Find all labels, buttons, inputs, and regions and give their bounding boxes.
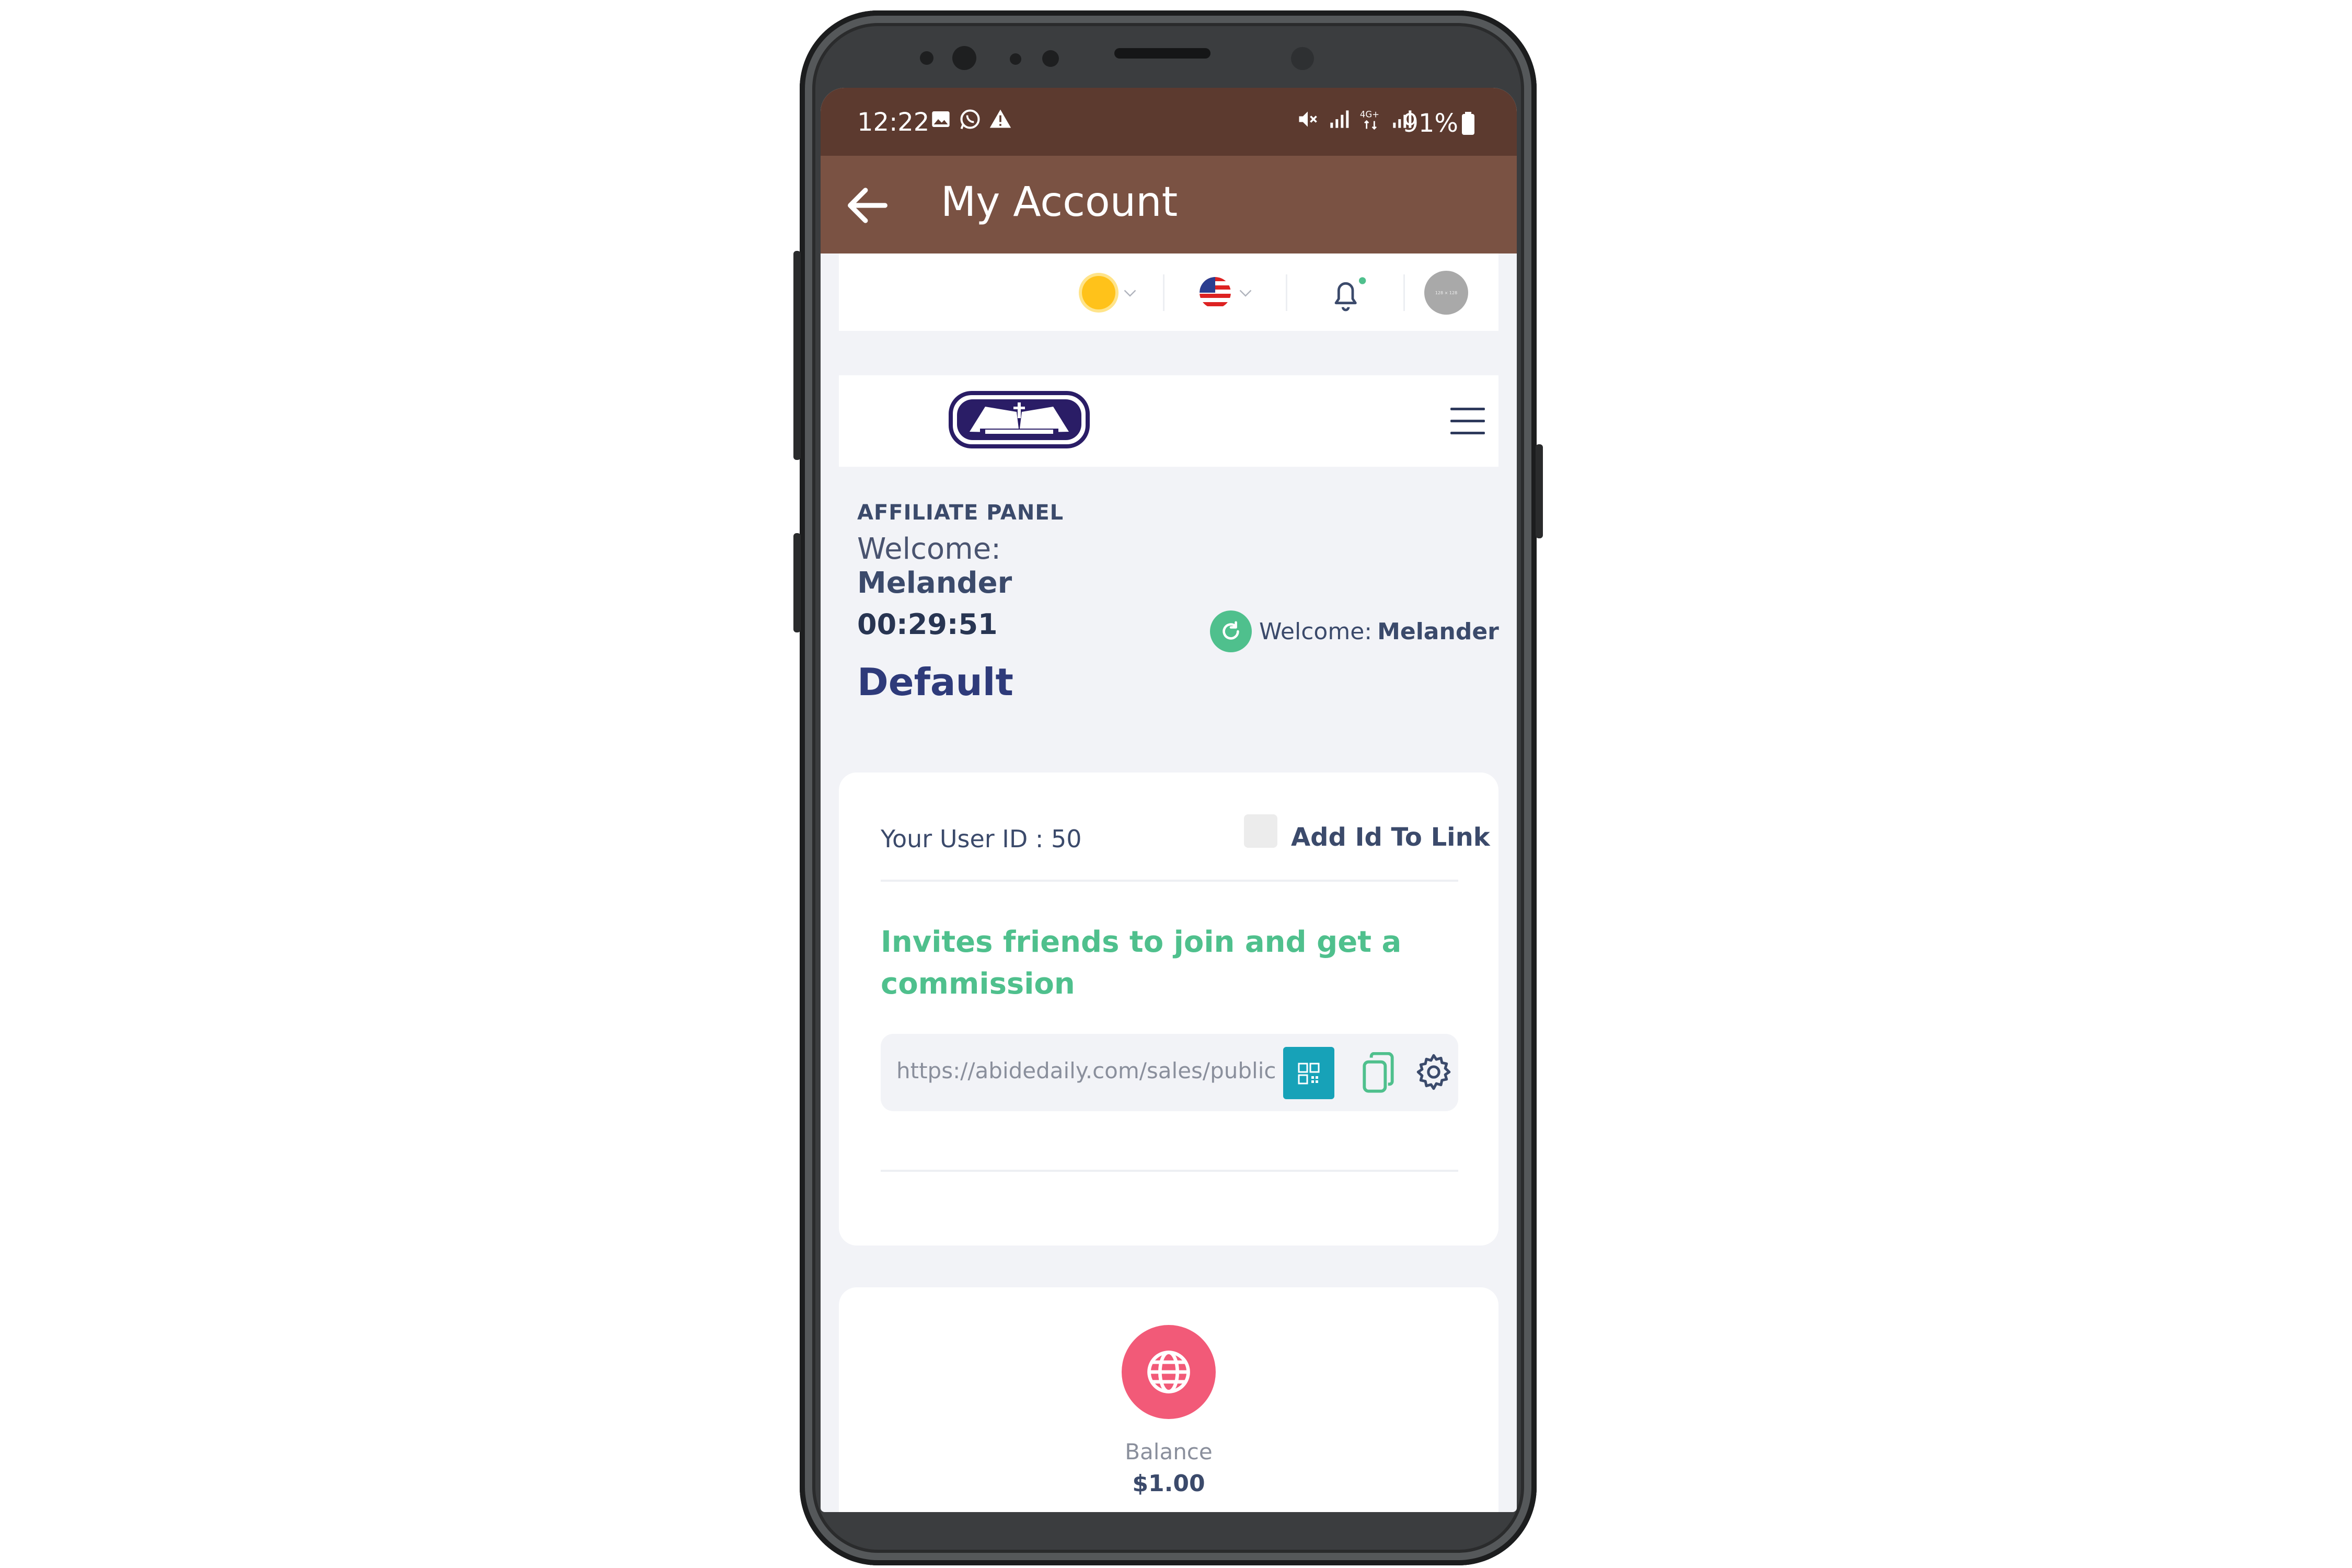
- theme-toggle[interactable]: [1082, 276, 1139, 309]
- bixby-button: [793, 533, 801, 632]
- top-toolbar: 128 × 128: [839, 253, 1498, 331]
- invite-text: Invites friends to join and get a commis…: [881, 925, 1402, 1001]
- sensor-dot: [952, 46, 976, 70]
- welcome-badge-name: Melander: [1377, 618, 1499, 645]
- lte-icon: 4G+: [1360, 109, 1379, 130]
- referral-link-input[interactable]: https://abidedaily.com/sales/public: [896, 1058, 1278, 1083]
- affiliate-link-card: Your User ID : 50 Add Id To Link Invites…: [839, 773, 1498, 1246]
- mute-icon: [1299, 111, 1317, 127]
- welcome-label: Welcome:: [857, 532, 1001, 566]
- copy-icon[interactable]: [1362, 1052, 1395, 1094]
- add-id-checkbox[interactable]: [1244, 814, 1277, 848]
- add-id-label[interactable]: Add Id To Link: [1291, 823, 1490, 852]
- sun-icon: [1082, 276, 1115, 309]
- site-header: [839, 375, 1498, 467]
- battery-percent: 91%: [1402, 109, 1458, 138]
- toolbar-divider: [1163, 274, 1165, 311]
- refresh-button[interactable]: [1210, 610, 1252, 652]
- battery-level: 91%: [1402, 109, 1475, 138]
- gallery-icon: [932, 111, 950, 127]
- avatar[interactable]: 128 × 128: [1424, 271, 1468, 315]
- card-divider: [881, 1170, 1458, 1172]
- sensor-dot: [920, 51, 933, 65]
- balance-icon-circle: [1122, 1325, 1216, 1419]
- warning-icon: [989, 109, 1011, 128]
- language-selector[interactable]: [1200, 277, 1255, 308]
- chevron-down-icon: [1124, 290, 1136, 297]
- chevron-down-icon: [1239, 290, 1252, 297]
- earpiece-speaker: [1114, 48, 1210, 59]
- balance-card: Balance $1.00: [839, 1287, 1498, 1512]
- balance-value: $1.00: [1132, 1470, 1205, 1497]
- welcome-badge-label: Welcome:: [1259, 618, 1373, 645]
- us-flag-icon: [1200, 277, 1231, 308]
- status-bar: 12:22 4G+ 91%: [821, 88, 1517, 156]
- power-button: [1536, 444, 1543, 538]
- panel-label: AFFILIATE PANEL: [857, 501, 1064, 525]
- globe-icon: [1147, 1351, 1190, 1393]
- toolbar-divider: [1286, 274, 1287, 311]
- referral-link-field: https://abidedaily.com/sales/public: [881, 1034, 1458, 1111]
- catholic-logo[interactable]: [949, 391, 1090, 448]
- avatar-placeholder-text: 128 × 128: [1435, 290, 1458, 295]
- signal-icon: [1330, 110, 1349, 128]
- camera-ring: [1291, 47, 1314, 70]
- bell-icon: [1334, 277, 1366, 312]
- qr-code-button[interactable]: [1283, 1047, 1334, 1099]
- qr-code-icon: [1298, 1063, 1320, 1085]
- user-id-text: Your User ID : 50: [881, 825, 1082, 853]
- phone-screen: 12:22 4G+ 91% My Account 128 × 128 AFFIL…: [821, 88, 1517, 1512]
- plan-label: Default: [857, 660, 1013, 704]
- session-timer: 00:29:51: [857, 608, 998, 641]
- battery-icon: [1462, 112, 1474, 135]
- volume-button: [793, 251, 801, 460]
- welcome-badge: Welcome: Melander: [1210, 610, 1499, 652]
- back-arrow-icon[interactable]: [841, 179, 894, 232]
- refresh-icon: [1223, 621, 1239, 640]
- app-bar: My Account: [821, 156, 1517, 253]
- sensor-dot: [1010, 53, 1021, 65]
- balance-label: Balance: [1125, 1439, 1213, 1465]
- hamburger-menu-icon[interactable]: [1450, 407, 1485, 436]
- svg-text:4G+: 4G+: [1360, 109, 1379, 119]
- gear-icon[interactable]: [1414, 1052, 1454, 1092]
- front-camera: [1042, 50, 1059, 67]
- status-time: 12:22: [857, 108, 930, 137]
- card-divider: [881, 880, 1458, 882]
- welcome-user-name: Melander: [857, 566, 1012, 600]
- notifications-button[interactable]: [1328, 273, 1369, 313]
- app-bar-title: My Account: [941, 179, 1178, 226]
- toolbar-divider: [1403, 274, 1405, 311]
- whatsapp-icon: [960, 109, 980, 130]
